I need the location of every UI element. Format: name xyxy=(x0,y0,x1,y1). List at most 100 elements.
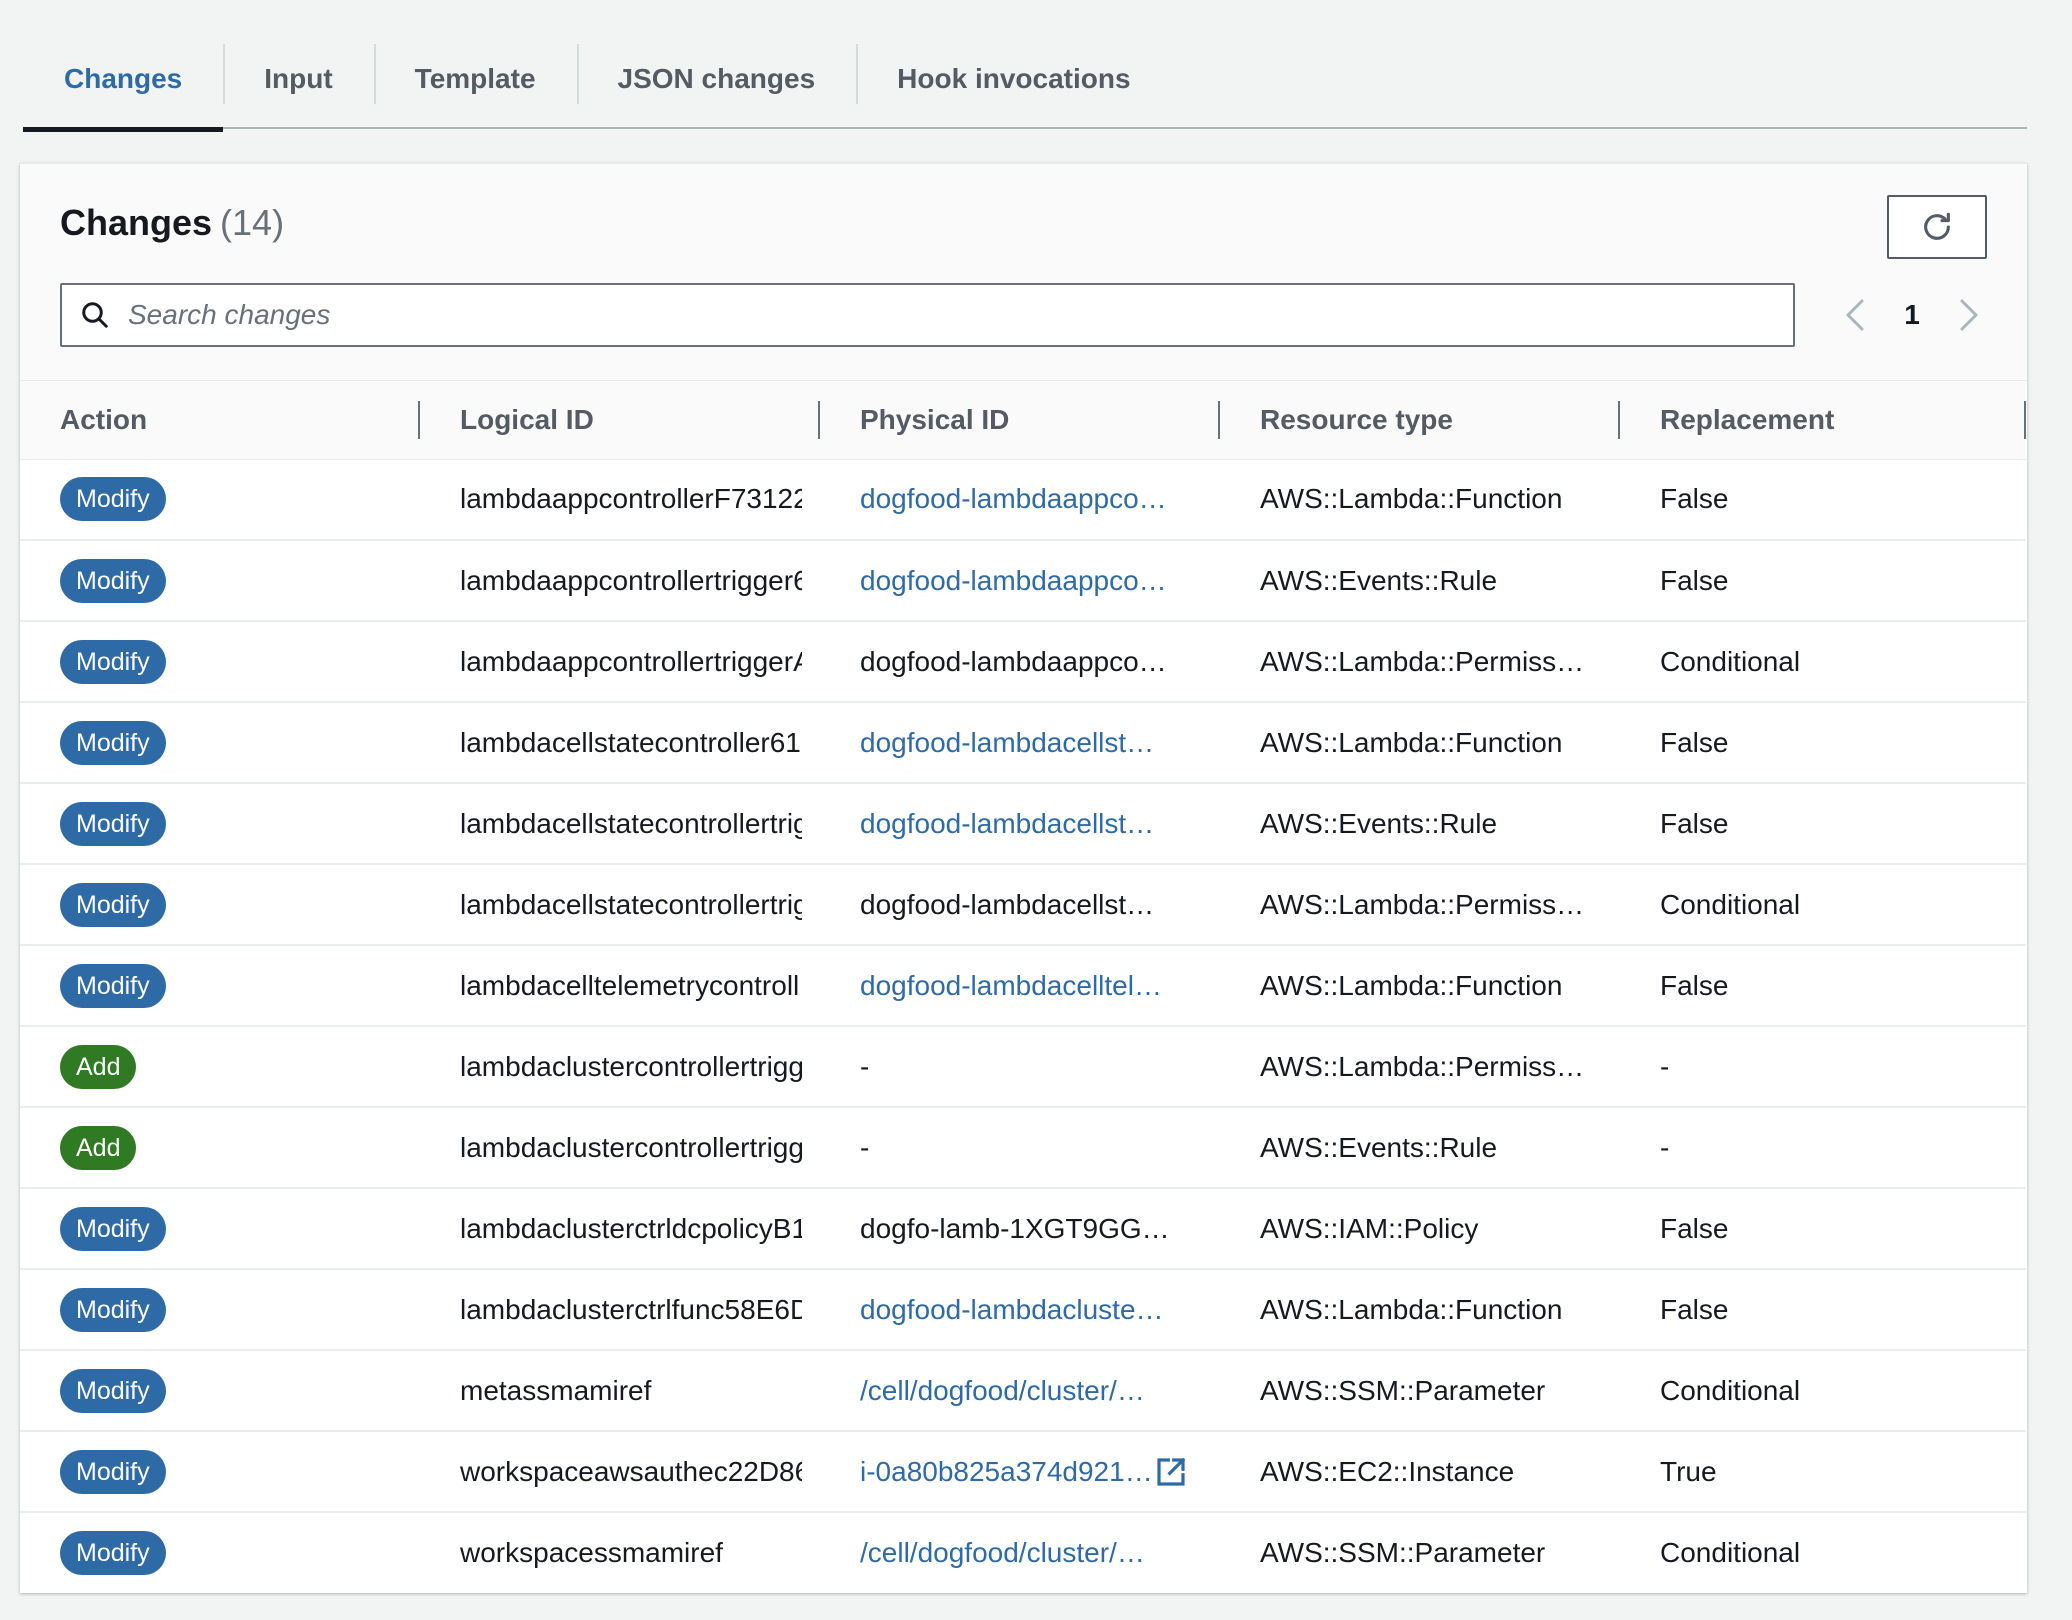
table-row: Modify lambdaappcontrollerF73122 dogfood-l… xyxy=(20,459,2026,541)
tab-json-changes[interactable]: JSON changes xyxy=(576,29,857,129)
replacement-cell: False xyxy=(1620,1269,2026,1351)
refresh-button[interactable] xyxy=(1887,195,1987,259)
table-row: Modify lambdacellstatecontrollertrig dogfo… xyxy=(20,864,2026,946)
physical-id-cell: dogfo-lamb-1XGT9GG… xyxy=(820,1188,1220,1270)
resource-type: AWS::Events::Rule xyxy=(1260,1131,1498,1163)
table-row: Modify lambdaappcontrollertriggerA dogfood… xyxy=(20,621,2026,703)
action-badge: Add xyxy=(60,1044,137,1089)
physical-id-link-wrap: /cell/dogfood/cluster/… xyxy=(860,1375,1145,1407)
logical-id: workspacessmamiref xyxy=(460,1537,723,1568)
physical-id-link[interactable]: dogfood-lambdacluste… xyxy=(860,1294,1164,1326)
physical-id-cell: - xyxy=(820,1026,1220,1108)
resource-type-cell: AWS::Lambda::Function xyxy=(1220,945,1620,1027)
search-input[interactable] xyxy=(126,287,1726,343)
resource-type: AWS::Lambda::Permiss… xyxy=(1260,1050,1585,1082)
physical-id: dogfood-lambdaappco… xyxy=(860,645,1167,677)
table-row: Modify lambdaappcontrollertrigger6 dogfood… xyxy=(20,540,2026,622)
action-badge: Modify xyxy=(60,963,166,1008)
action-badge: Modify xyxy=(60,477,166,522)
replacement-cell: False xyxy=(1620,702,2026,784)
logical-id: lambdacellstatecontrollertrig xyxy=(460,807,802,839)
physical-id-cell: dogfood-lambdaappco… xyxy=(820,621,1220,703)
resource-type-cell: AWS::Lambda::Permiss… xyxy=(1220,621,1620,703)
physical-id-cell: dogfood-lambdacelltel… xyxy=(820,945,1220,1027)
table-body: Modify lambdaappcontrollerF73122 dogfood-l… xyxy=(20,459,2026,1593)
replacement-value: False xyxy=(1660,726,1729,758)
resource-type: AWS::EC2::Instance xyxy=(1260,1455,1515,1487)
logical-id-cell: lambdaappcontrollerF73122 xyxy=(420,459,820,541)
physical-id-link[interactable]: /cell/dogfood/cluster/… xyxy=(860,1375,1145,1407)
column-header-resource-type[interactable]: Resource type xyxy=(1220,381,1620,460)
physical-id-link[interactable]: dogfood-lambdaappco… xyxy=(860,483,1167,515)
column-header-logical-id[interactable]: Logical ID xyxy=(420,381,820,460)
action-badge: Modify xyxy=(60,801,166,846)
column-header-action[interactable]: Action xyxy=(20,381,420,460)
physical-id-link-wrap: dogfood-lambdacluste… xyxy=(860,1294,1164,1326)
resource-type-cell: AWS::Events::Rule xyxy=(1220,1107,1620,1189)
logical-id: lambdaappcontrollertrigger6 xyxy=(460,564,802,596)
replacement-cell: - xyxy=(1620,1026,2026,1108)
tab-template[interactable]: Template xyxy=(373,29,577,129)
changes-count: (14) xyxy=(220,202,285,243)
resource-type: AWS::Lambda::Function xyxy=(1260,1293,1563,1325)
action-cell: Modify xyxy=(20,459,420,541)
logical-id-cell: workspacessmamiref xyxy=(420,1512,820,1593)
replacement-value: False xyxy=(1660,1293,1729,1325)
physical-id-cell: dogfood-lambdaappco… xyxy=(820,459,1220,541)
pagination: 1 xyxy=(1837,283,1987,347)
physical-id-cell: dogfood-lambdaappco… xyxy=(820,540,1220,622)
physical-id-link[interactable]: dogfood-lambdacellst… xyxy=(860,727,1154,759)
replacement-cell: False xyxy=(1620,540,2026,622)
logical-id-cell: lambdaclusterctrlfunc58E6D xyxy=(420,1269,820,1351)
action-badge: Modify xyxy=(60,1206,166,1251)
external-link-icon[interactable] xyxy=(1155,1456,1187,1488)
replacement-value: False xyxy=(1660,807,1729,839)
next-page-button[interactable] xyxy=(1951,290,1987,340)
column-header-label: Physical ID xyxy=(860,403,1010,435)
previous-page-button[interactable] xyxy=(1837,290,1873,340)
tab-changes[interactable]: Changes xyxy=(23,29,224,132)
logical-id: workspaceawsauthec22D862 xyxy=(460,1455,802,1487)
table-row: Modify metassmamiref/cell/dogfood/cluster… xyxy=(20,1350,2026,1432)
column-header-label: Logical ID xyxy=(460,403,594,435)
action-badge: Modify xyxy=(60,1449,166,1494)
physical-id-link[interactable]: dogfood-lambdacellst… xyxy=(860,808,1154,840)
tab-input[interactable]: Input xyxy=(223,29,373,129)
logical-id: lambdacelltelemetrycontroll xyxy=(460,969,800,1001)
resource-type-cell: AWS::Lambda::Function xyxy=(1220,459,1620,541)
refresh-icon xyxy=(1920,210,1954,244)
action-cell: Add xyxy=(20,1026,420,1108)
resource-type-cell: AWS::Events::Rule xyxy=(1220,540,1620,622)
action-badge: Add xyxy=(60,1125,137,1170)
column-header-replacement[interactable]: Replacement xyxy=(1620,381,2026,460)
action-badge: Modify xyxy=(60,1368,166,1413)
physical-id-link[interactable]: /cell/dogfood/cluster/… xyxy=(860,1537,1145,1569)
action-cell: Modify xyxy=(20,783,420,865)
action-cell: Modify xyxy=(20,1512,420,1593)
replacement-value: True xyxy=(1660,1455,1717,1487)
chevron-left-icon xyxy=(1846,299,1864,331)
column-header-physical-id[interactable]: Physical ID xyxy=(820,381,1220,460)
tab-hook-invocations[interactable]: Hook invocations xyxy=(856,29,1171,129)
replacement-value: False xyxy=(1660,564,1729,596)
chevron-right-icon xyxy=(1960,299,1978,331)
physical-id-cell: dogfood-lambdacellst… xyxy=(820,702,1220,784)
search-box xyxy=(60,283,1795,347)
changes-header: Changes (14) Search changes 1 xyxy=(20,164,2027,381)
physical-id-cell: dogfood-lambdacellst… xyxy=(820,864,1220,946)
resource-type-cell: AWS::SSM::Parameter xyxy=(1220,1350,1620,1432)
resource-type-cell: AWS::IAM::Policy xyxy=(1220,1188,1620,1270)
physical-id-link[interactable]: dogfood-lambdaappco… xyxy=(860,565,1167,597)
resource-type: AWS::Events::Rule xyxy=(1260,807,1498,839)
table-header-row: Action Logical ID Physical ID Resource type… xyxy=(20,381,2026,460)
page-number[interactable]: 1 xyxy=(1904,299,1920,331)
physical-id-link-wrap: dogfood-lambdacellst… xyxy=(860,808,1154,840)
replacement-value: - xyxy=(1660,1050,1670,1082)
resource-type: AWS::Lambda::Permiss… xyxy=(1260,888,1585,920)
physical-id-link[interactable]: dogfood-lambdacelltel… xyxy=(860,970,1162,1002)
action-badge: Modify xyxy=(60,1531,166,1575)
column-header-label: Replacement xyxy=(1660,403,1835,435)
resource-type-cell: AWS::Lambda::Function xyxy=(1220,702,1620,784)
physical-id-link[interactable]: i-0a80b825a374d921… xyxy=(860,1456,1153,1488)
column-resizer[interactable] xyxy=(2024,401,2026,439)
